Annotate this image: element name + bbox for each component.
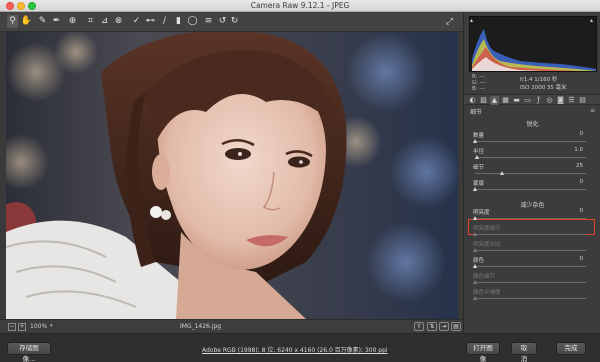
calibration-tab-icon[interactable]: ◎ — [545, 96, 554, 105]
settings-list-icon[interactable]: ≡ — [203, 15, 214, 28]
slider-track[interactable] — [475, 189, 586, 190]
slider-label: 明亮度细节 — [473, 226, 501, 232]
slider-label: 半径 — [473, 149, 485, 155]
slider-thumb — [472, 280, 477, 284]
slider-label: 颜色平滑度 — [473, 290, 501, 296]
panel-tabs: ◐ ▨ ▲ ▦ ▬ ▭ ƒ ◎ ◙ ☰ ▤ — [464, 94, 600, 105]
zoom-icon[interactable]: ⚲ — [7, 15, 18, 28]
hand-icon[interactable]: ✋ — [21, 15, 32, 28]
image-preview[interactable] — [6, 32, 458, 319]
tone-curve-tab-icon[interactable]: ▨ — [479, 96, 488, 105]
slider-thumb — [472, 248, 477, 252]
split-toning-tab-icon[interactable]: ▬ — [512, 96, 521, 105]
hsl-tab-icon[interactable]: ▦ — [501, 96, 510, 105]
slider-thumb[interactable] — [474, 155, 479, 159]
slider-thumb[interactable] — [472, 264, 477, 268]
before-after-toggle-button[interactable]: Y — [414, 322, 424, 331]
copy-settings-button[interactable]: ⇥ — [439, 322, 449, 331]
slider-value[interactable]: 0 — [580, 179, 584, 185]
window-title: Camera Raw 9.12.1 - JPEG — [250, 1, 350, 10]
red-eye-icon[interactable]: ✓ — [131, 15, 142, 28]
slider-value[interactable]: 0 — [580, 208, 584, 214]
zoom-out-button[interactable]: − — [8, 323, 16, 331]
slider-label: 颜色细节 — [473, 274, 496, 280]
adjustment-brush-icon[interactable]: ⊷ — [145, 15, 156, 28]
presets-tab-icon[interactable]: ☰ — [567, 96, 576, 105]
slider-thumb[interactable] — [472, 139, 477, 143]
portrait-photo — [6, 32, 458, 319]
adjustment-panel: ▴ ▴ R: --- G: --- B: --- f/1.4 1/160 秒 I… — [463, 12, 600, 333]
slider-track[interactable] — [475, 157, 586, 158]
graduated-filter-icon[interactable]: ∕ — [159, 15, 170, 28]
exposure-info: f/1.4 1/160 秒 — [520, 77, 558, 83]
slider-track — [475, 234, 586, 235]
open-image-button[interactable]: 打开图像 — [466, 342, 500, 362]
lens-tab-icon[interactable]: ▭ — [523, 96, 532, 105]
slider-row: 蒙版 0 — [472, 179, 592, 199]
highlight-clipping-icon[interactable]: ▴ — [590, 18, 596, 24]
toggle-default-button[interactable]: ▤ — [451, 322, 461, 331]
slider-track — [475, 298, 586, 299]
snapshots-tab-icon[interactable]: ▤ — [578, 96, 587, 105]
panel-title: 细节 — [470, 109, 483, 116]
iso-focal-info: ISO 2000 35 毫米 — [520, 85, 567, 91]
crop-icon[interactable]: ⌗ — [85, 15, 96, 28]
slider-value[interactable]: 0 — [580, 256, 584, 262]
fullscreen-icon[interactable]: ⤢ — [443, 15, 456, 28]
slider-label: 明亮度对比 — [473, 242, 501, 248]
title-bar: Camera Raw 9.12.1 - JPEG — [0, 0, 600, 12]
slider-value[interactable]: 0 — [580, 131, 584, 137]
slider-label: 明亮度 — [473, 210, 490, 216]
sharpen-section-title: 锐化 — [526, 121, 539, 128]
slider-label: 颜色 — [473, 258, 485, 264]
zoom-in-button[interactable]: + — [18, 323, 26, 331]
chevron-down-icon[interactable]: ▾ — [50, 323, 53, 329]
done-button[interactable]: 完成 — [556, 342, 586, 355]
slider-label: 细节 — [473, 165, 485, 171]
workflow-options-link[interactable]: Adobe RGB (1998); 8 位; 6240 x 4160 (26.0… — [202, 345, 388, 354]
target-adjust-icon[interactable]: ⊕ — [67, 15, 78, 28]
shadow-clipping-icon[interactable]: ▴ — [470, 18, 476, 24]
slider-track — [475, 282, 586, 283]
rotate-ccw-icon[interactable]: ↺ — [217, 15, 228, 28]
cancel-button[interactable]: 取消 — [511, 342, 537, 362]
straighten-icon[interactable]: ⊿ — [99, 15, 110, 28]
slider-label: 数量 — [473, 133, 485, 139]
slider-label: 蒙版 — [473, 181, 485, 187]
slider-row: 颜色平滑度 — [472, 288, 592, 308]
white-balance-icon[interactable]: ✎ — [37, 15, 48, 28]
slider-thumb[interactable] — [472, 216, 477, 220]
file-name: IMG_1426.jpg — [180, 323, 222, 330]
effects-tab-icon[interactable]: ƒ — [534, 96, 543, 105]
slider-track[interactable] — [475, 266, 586, 267]
spot-removal-icon[interactable]: ⊗ — [113, 15, 124, 28]
panel-menu-icon[interactable]: ≡ — [590, 107, 595, 114]
slider-thumb — [472, 232, 477, 236]
slider-track[interactable] — [475, 141, 586, 142]
swap-settings-button[interactable]: ⇅ — [427, 322, 437, 331]
slider-thumb[interactable] — [500, 171, 505, 175]
basic-tab-icon[interactable]: ◐ — [468, 96, 477, 105]
rgb-readout-b: B: --- — [472, 86, 486, 92]
slider-thumb[interactable] — [472, 187, 477, 191]
zoom-level[interactable]: 100% — [30, 323, 47, 330]
bottom-bar: 存储图像... Adobe RGB (1998); 8 位; 6240 x 41… — [0, 333, 600, 362]
rotate-cw-icon[interactable]: ↻ — [229, 15, 240, 28]
preferences-icon[interactable]: ◯ — [187, 15, 198, 28]
color-sampler-icon[interactable]: ✒ — [51, 15, 62, 28]
camera-tab-icon[interactable]: ◙ — [556, 96, 565, 105]
slider-value[interactable]: 1.0 — [574, 147, 583, 153]
detail-tab-icon[interactable]: ▲ — [490, 96, 499, 105]
save-image-button[interactable]: 存储图像... — [7, 342, 51, 362]
slider-track[interactable] — [475, 173, 586, 174]
slider-track — [475, 250, 586, 251]
slider-track[interactable] — [475, 218, 586, 219]
slider-value[interactable]: 25 — [576, 163, 583, 169]
preview-footer: − + 100% ▾ IMG_1426.jpg Y ⇅ ⇥ ▤ — [0, 319, 463, 333]
radial-filter-icon[interactable]: ▮ — [173, 15, 184, 28]
histogram — [469, 16, 597, 72]
slider-thumb — [472, 296, 477, 300]
